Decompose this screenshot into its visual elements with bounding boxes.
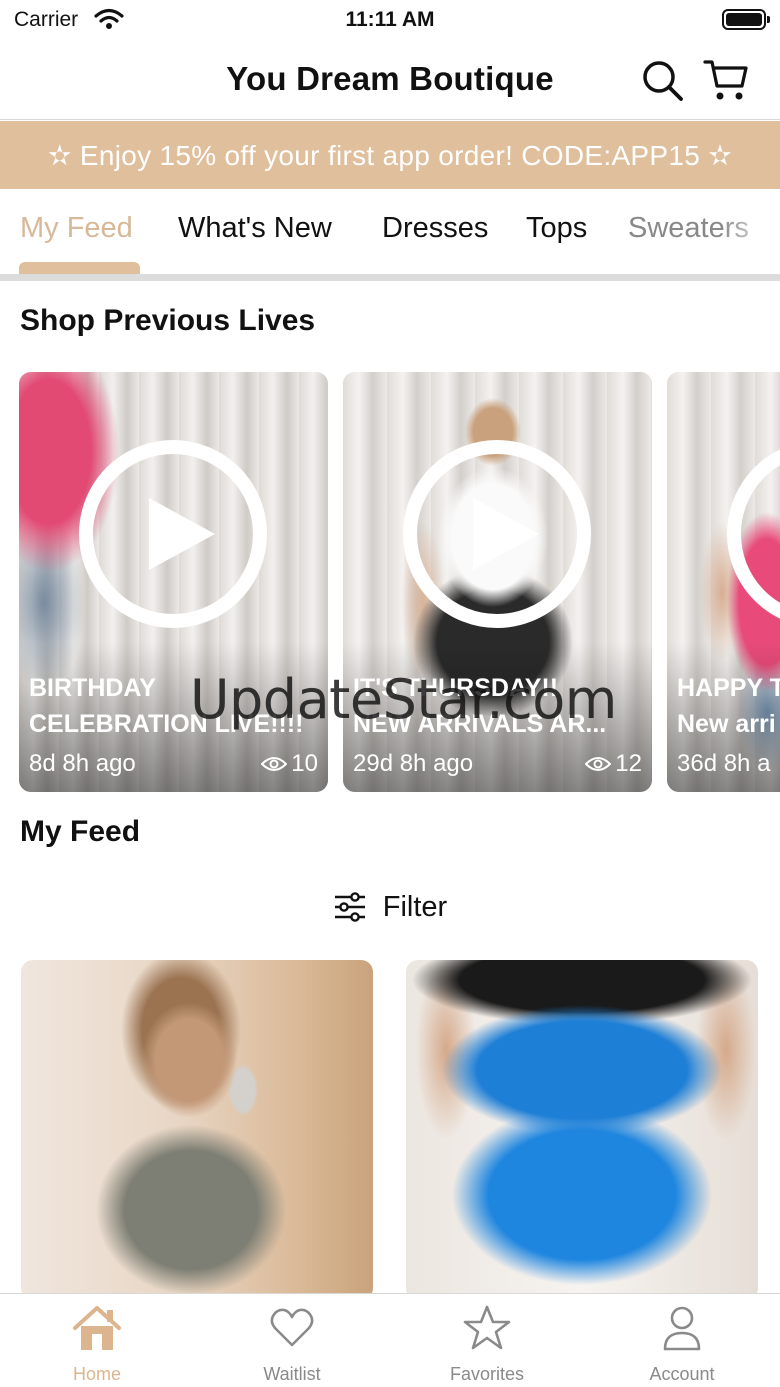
search-icon bbox=[643, 61, 683, 101]
person-icon bbox=[663, 1306, 701, 1351]
battery-icon bbox=[722, 9, 770, 30]
product-image bbox=[21, 960, 373, 1300]
live-title: HAPPY T New arri bbox=[677, 674, 780, 738]
nav-account-label: Account bbox=[649, 1364, 715, 1384]
nav-home-label: Home bbox=[72, 1364, 121, 1384]
eye-icon bbox=[261, 757, 288, 771]
app-header: You Dream Boutique bbox=[0, 44, 780, 120]
tab-whats-new[interactable]: What's New bbox=[178, 212, 332, 245]
tab-tops[interactable]: Tops bbox=[526, 212, 587, 245]
play-icon[interactable] bbox=[79, 440, 267, 628]
promo-banner[interactable]: ✫ Enjoy 15% off your first app order! CO… bbox=[0, 121, 780, 189]
eye-icon bbox=[585, 757, 612, 771]
tab-my-feed[interactable]: My Feed bbox=[20, 212, 133, 245]
cart-icon bbox=[703, 60, 748, 100]
home-icon bbox=[73, 1306, 121, 1350]
status-time: 11:11 AM bbox=[345, 8, 435, 31]
live-time-ago: 36d 8h a bbox=[677, 750, 771, 777]
filter-button[interactable]: Filter bbox=[0, 882, 780, 932]
active-tab-indicator bbox=[19, 262, 140, 274]
promo-text: ✫ Enjoy 15% off your first app order! CO… bbox=[48, 139, 732, 171]
bottom-nav: Home Waitlist Favorites Account bbox=[0, 1293, 780, 1387]
tabs-fade bbox=[720, 190, 780, 274]
nav-waitlist[interactable]: Waitlist bbox=[222, 1302, 362, 1385]
search-button[interactable] bbox=[638, 56, 686, 104]
live-views: 10 bbox=[261, 750, 318, 778]
divider bbox=[0, 274, 780, 281]
filter-label: Filter bbox=[382, 890, 448, 923]
product-card[interactable] bbox=[21, 960, 373, 1300]
live-views: 12 bbox=[585, 750, 642, 778]
nav-waitlist-label: Waitlist bbox=[263, 1364, 321, 1384]
play-icon[interactable] bbox=[403, 440, 591, 628]
nav-favorites-label: Favorites bbox=[449, 1364, 525, 1384]
category-tabs: My Feed What's New Dresses Tops Sweaters bbox=[0, 190, 780, 274]
live-card[interactable]: HAPPY T New arri 36d 8h a bbox=[667, 372, 780, 792]
cart-button[interactable] bbox=[702, 56, 750, 104]
feed-section-title: My Feed bbox=[20, 815, 141, 848]
star-icon bbox=[463, 1305, 511, 1350]
nav-favorites[interactable]: Favorites bbox=[417, 1302, 557, 1385]
heart-icon bbox=[270, 1308, 314, 1347]
product-image bbox=[406, 960, 758, 1300]
nav-account[interactable]: Account bbox=[612, 1302, 752, 1385]
live-time-ago: 29d 8h ago bbox=[353, 750, 474, 777]
nav-home[interactable]: Home bbox=[27, 1302, 167, 1385]
live-time-ago: 8d 8h ago bbox=[29, 750, 136, 777]
status-bar: Carrier 11:11 AM bbox=[0, 0, 780, 40]
tab-dresses[interactable]: Dresses bbox=[382, 212, 488, 245]
watermark: UpdateStar.com bbox=[190, 668, 617, 731]
lives-section-title: Shop Previous Lives bbox=[20, 304, 316, 337]
product-card[interactable] bbox=[406, 960, 758, 1300]
sliders-icon bbox=[334, 892, 365, 922]
